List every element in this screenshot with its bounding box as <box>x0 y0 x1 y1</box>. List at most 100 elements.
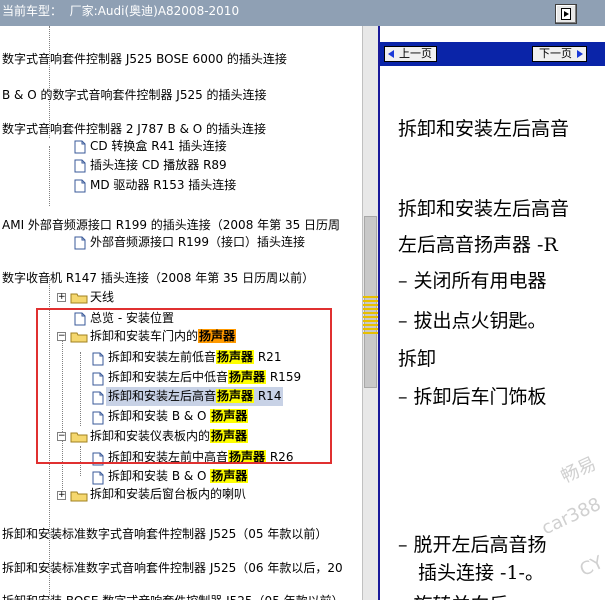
title-bar: 当前车型： 厂家:Audi(奥迪)A82008-2010 <box>0 0 605 26</box>
tree-item-label: 拆卸和安装车门内的扬声器 <box>88 327 238 346</box>
sync-button[interactable] <box>555 4 577 24</box>
tree-item-label: 外部音频源接口 R199（接口）插头连接 <box>90 235 306 249</box>
prev-page-label: 上一页 <box>399 47 432 60</box>
document-icon <box>92 372 104 386</box>
expand-icon[interactable]: + <box>57 293 66 302</box>
search-highlight: 扬声器 <box>210 469 249 483</box>
tree-item[interactable]: 拆卸和安装标准数字式音响套件控制器 J525（05 年款以前） <box>0 525 329 544</box>
tree-item[interactable]: 拆卸和安装 B & O 扬声器 <box>106 467 250 486</box>
tree-item[interactable]: 插头连接 CD 播放器 R89 <box>88 156 229 175</box>
document-icon <box>92 471 104 485</box>
doc-step: – 脱开左后高音扬 <box>398 534 547 556</box>
search-highlight: 扬声器 <box>198 329 237 343</box>
tree-item-label: 拆卸和安装仪表板内的扬声器 <box>88 427 250 446</box>
document-icon <box>74 236 86 250</box>
tree-item-selected[interactable]: 拆卸和安装左后高音扬声器 R14 <box>106 387 284 406</box>
arrow-right-icon <box>577 50 583 58</box>
tree-item-label: B & O 的数字式音响套件控制器 J525 的插头连接 <box>2 88 267 102</box>
tree-item-label: 数字收音机 R147 插头连接（2008 年第 35 日历周以前） <box>2 271 315 285</box>
folder-open-icon <box>70 332 88 343</box>
tree-item[interactable]: 拆卸和安装左前低音扬声器 R21 <box>106 348 283 367</box>
document-icon <box>74 140 86 154</box>
tree-item[interactable]: 外部音频源接口 R199（接口）插头连接 <box>88 233 307 252</box>
tree-line <box>49 276 50 600</box>
tree-item-label: 拆卸和安装左前低音扬声器 R21 <box>106 348 283 367</box>
search-highlight: 扬声器 <box>210 429 249 443</box>
tree-line <box>80 446 81 476</box>
tree-item-label: 拆卸和安装 B & O 扬声器 <box>106 407 250 426</box>
folder-icon <box>70 293 88 304</box>
tree-item[interactable]: 数字收音机 R147 插头连接（2008 年第 35 日历周以前） <box>0 269 316 288</box>
tree-item[interactable]: 天线 <box>88 288 116 307</box>
tree-item-label: 拆卸和安装 B & O 扬声器 <box>106 467 250 486</box>
doc-step: – 拔出点火钥匙。 <box>398 310 547 332</box>
label-text: 拆卸和安装左前中高音 <box>108 450 229 464</box>
label-text: R21 <box>254 350 282 364</box>
collapse-icon[interactable]: − <box>57 432 66 441</box>
tree-item-label: 拆卸和安装后窗台板内的喇叭 <box>90 487 247 501</box>
label-text: 拆卸和安装左前低音 <box>108 350 217 364</box>
tree-item[interactable]: 拆卸和安装 BOSE 数字式音响套件控制器 J525（05 年款以前） <box>0 592 346 600</box>
doc-step: – 关闭所有用电器 <box>398 270 547 292</box>
tree-item[interactable]: 数字式音响套件控制器 J525 BOSE 6000 的插头连接 <box>0 50 289 69</box>
tree-scrollbar[interactable] <box>362 26 379 600</box>
doc-step: – 拆卸后车门饰板 <box>398 386 547 408</box>
search-highlight: 扬声器 <box>210 409 249 423</box>
tree-line <box>80 352 81 426</box>
document-icon <box>92 352 104 366</box>
watermark: car388 <box>538 493 605 540</box>
tree-line <box>49 146 50 206</box>
document-icon <box>74 312 86 326</box>
tree-item-label: 天线 <box>90 290 115 304</box>
tree-item[interactable]: MD 驱动器 R153 插头连接 <box>88 176 238 195</box>
tree-item[interactable]: 拆卸和安装后窗台板内的喇叭 <box>88 485 248 504</box>
tree-item[interactable]: B & O 的数字式音响套件控制器 J525 的插头连接 <box>0 86 269 105</box>
title-label: 当前车型： <box>2 4 63 18</box>
document-icon <box>92 411 104 425</box>
document-icon <box>74 159 86 173</box>
next-page-button[interactable]: 下一页 <box>532 46 587 62</box>
document-viewer: 上一页 下一页 拆卸和安装左后高音 拆卸和安装左后高音 左后高音扬声器 -R –… <box>378 26 605 600</box>
label-text: 拆卸和安装左后中低音 <box>108 370 229 384</box>
watermark: CY <box>576 552 605 581</box>
tree-item[interactable]: 拆卸和安装标准数字式音响套件控制器 J525（06 年款以后，20 <box>0 559 345 578</box>
search-highlight: 扬声器 <box>216 389 255 403</box>
tree-item-label: 总览 - 安装位置 <box>90 311 174 325</box>
doc-line: 拆卸和安装左后高音 <box>398 198 570 220</box>
arrow-left-icon <box>388 50 394 58</box>
tree-item-label: 拆卸和安装左后高音扬声器 R14 <box>106 387 284 406</box>
page-nav-bar: 上一页 下一页 <box>380 42 605 66</box>
search-highlight: 扬声器 <box>228 370 267 384</box>
doc-subheading: 拆卸 <box>398 348 437 370</box>
label-text: R14 <box>254 389 282 403</box>
doc-line: 左后高音扬声器 -R <box>398 234 558 256</box>
tree-line <box>62 334 63 494</box>
search-highlight: 扬声器 <box>216 350 255 364</box>
tree-item[interactable]: 拆卸和安装车门内的扬声器 <box>88 327 238 346</box>
expand-icon[interactable]: + <box>57 491 66 500</box>
tree-item-label: CD 转换盒 R41 插头连接 <box>90 139 227 153</box>
document-icon <box>92 391 104 405</box>
folder-icon <box>70 491 88 502</box>
tree-item[interactable]: 总览 - 安装位置 <box>88 309 176 328</box>
tree-item[interactable]: CD 转换盒 R41 插头连接 <box>88 137 229 156</box>
label-text: R26 <box>266 450 294 464</box>
tree-item[interactable]: 拆卸和安装 B & O 扬声器 <box>106 407 250 426</box>
document-icon <box>74 179 86 193</box>
folder-open-icon <box>70 432 88 443</box>
doc-step: – 旋转并向后 <box>398 590 509 600</box>
tree-item-label: 拆卸和安装 BOSE 数字式音响套件控制器 J525（05 年款以前） <box>0 592 346 600</box>
label-text: 拆卸和安装 B & O <box>108 409 211 423</box>
tree-item-label: 拆卸和安装左前中高音扬声器 R26 <box>106 448 295 467</box>
tree-item[interactable]: 拆卸和安装仪表板内的扬声器 <box>88 427 250 446</box>
topic-tree[interactable]: 数字式音响套件控制器 J525 BOSE 6000 的插头连接 B & O 的数… <box>0 26 362 600</box>
tree-item-label: 插头连接 CD 播放器 R89 <box>90 158 227 172</box>
watermark: 畅易 <box>557 453 600 488</box>
label-text: 拆卸和安装车门内的 <box>90 329 199 343</box>
prev-page-button[interactable]: 上一页 <box>384 46 437 62</box>
label-text: 拆卸和安装左后高音 <box>108 389 217 403</box>
tree-item[interactable]: 拆卸和安装左后中低音扬声器 R159 <box>106 368 303 387</box>
collapse-icon[interactable]: − <box>57 332 66 341</box>
tree-item[interactable]: 拆卸和安装左前中高音扬声器 R26 <box>106 448 295 467</box>
tree-item-label: 拆卸和安装标准数字式音响套件控制器 J525（06 年款以后，20 <box>2 561 343 575</box>
